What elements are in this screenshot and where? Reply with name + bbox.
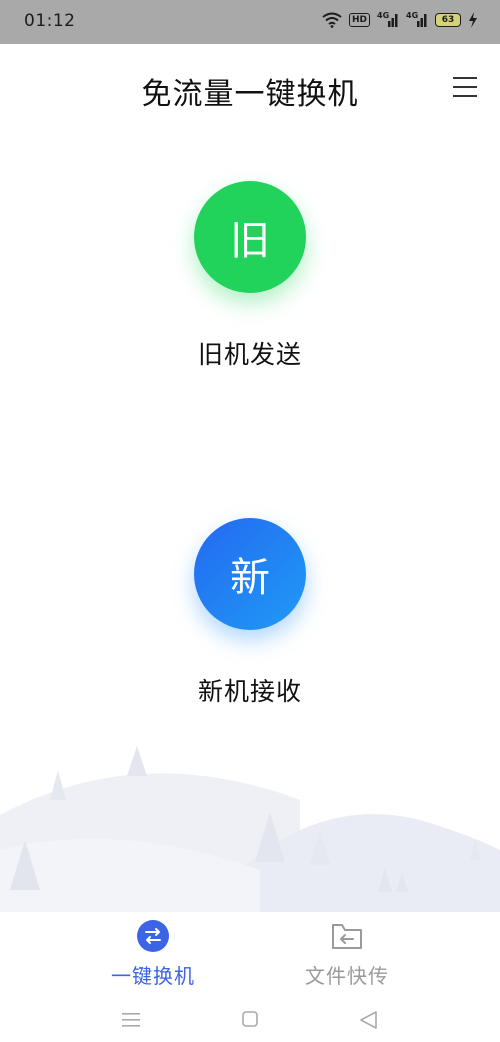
signal-icon-2: 4G: [406, 11, 428, 28]
tab-one-key-switch[interactable]: 一键换机: [83, 918, 223, 989]
app-header: 免流量一键换机: [0, 44, 500, 134]
back-icon: [360, 1011, 377, 1029]
back-button[interactable]: [354, 1009, 384, 1031]
system-nav-bar: [0, 997, 500, 1042]
recent-apps-button[interactable]: [116, 1009, 146, 1031]
status-icons: HD 4G 4G 63: [322, 11, 478, 28]
menu-button[interactable]: [452, 74, 478, 100]
tab-label: 一键换机: [111, 964, 195, 988]
hills-illustration: [0, 746, 500, 912]
bottom-nav: 一键换机 文件快传: [0, 912, 500, 997]
battery-icon: 63: [435, 13, 461, 27]
tab-file-transfer[interactable]: 文件快传: [277, 918, 417, 989]
new-phone-icon: 新: [194, 518, 306, 630]
old-phone-send-label: 旧机发送: [197, 340, 302, 369]
hamburger-menu-icon: [453, 77, 477, 97]
new-phone-receive-label: 新机接收: [197, 677, 302, 706]
charging-icon: [469, 12, 477, 28]
home-button[interactable]: [235, 1009, 265, 1031]
tab-label: 文件快传: [305, 964, 389, 988]
wifi-icon: [322, 12, 342, 28]
recent-apps-icon: [122, 1013, 140, 1027]
status-time: 01:12: [24, 11, 76, 31]
folder-transfer-icon: [332, 924, 362, 949]
hd-badge: HD: [348, 13, 370, 27]
new-phone-receive-button[interactable]: 新 新机接收: [150, 518, 350, 708]
old-phone-icon: 旧: [194, 181, 306, 293]
page-title: 免流量一键换机: [141, 77, 359, 112]
signal-icon: 4G: [377, 11, 399, 28]
swap-arrows-icon: [137, 920, 169, 952]
status-bar: 01:12 HD 4G 4G 63: [0, 0, 500, 44]
old-phone-send-button[interactable]: 旧 旧机发送: [150, 181, 350, 371]
home-icon: [242, 1011, 258, 1027]
